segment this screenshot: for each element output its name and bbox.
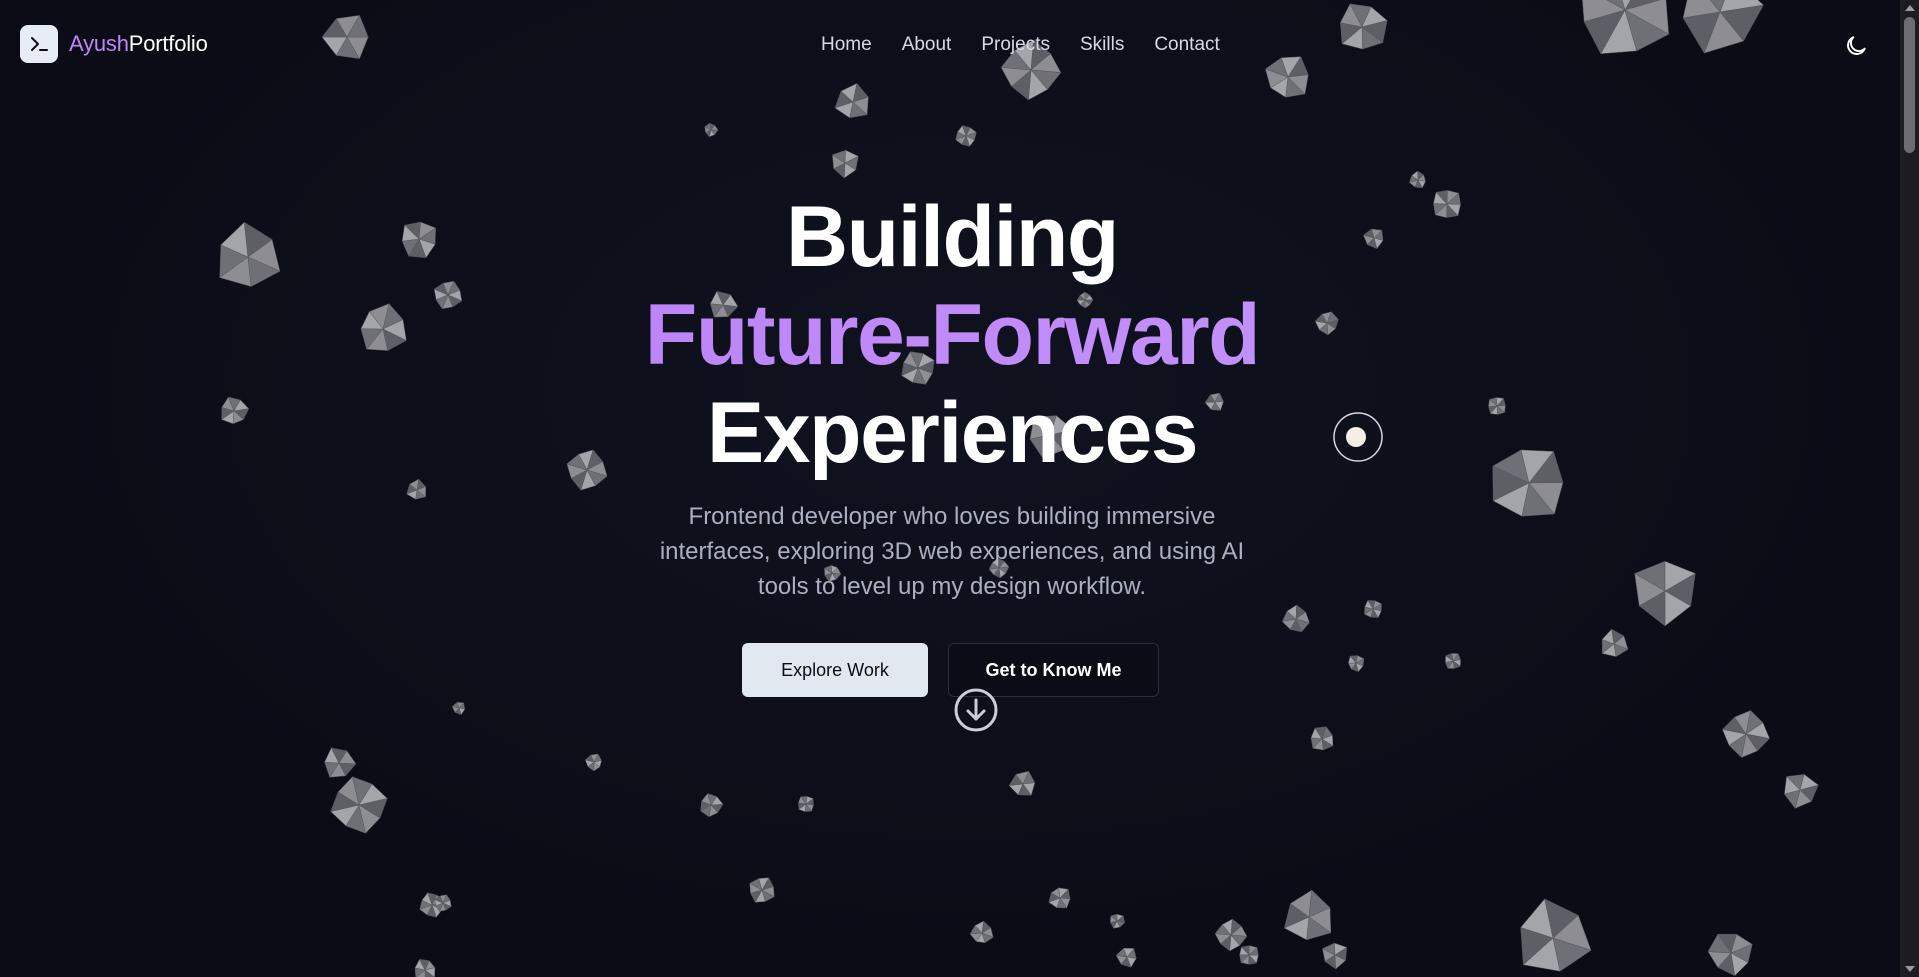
polyhedron-shape: [324, 747, 357, 778]
polyhedron-shape: [1214, 918, 1248, 952]
nav-item-projects[interactable]: Projects: [981, 34, 1050, 56]
polyhedron-shape: [955, 125, 977, 147]
polyhedron-shape: [1347, 655, 1365, 673]
polyhedron-shape: [700, 792, 724, 818]
polyhedron-shape: [1115, 947, 1137, 968]
logo-portfolio-part: Portfolio: [128, 31, 208, 56]
polyhedron-shape: [451, 701, 466, 716]
polyhedron-shape: [704, 122, 719, 138]
hero-title-line-3: Experiences: [706, 385, 1199, 481]
polyhedron-shape: [414, 958, 436, 977]
polyhedron-shape: [798, 796, 814, 812]
moon-icon: [1847, 36, 1866, 55]
nav-item-contact[interactable]: Contact: [1154, 34, 1219, 56]
polyhedron-shape: [584, 753, 602, 772]
scroll-down-button[interactable]: [953, 687, 999, 733]
scrollbar-thumb[interactable]: [1904, 17, 1915, 153]
logo-name-part: Ayush: [69, 31, 129, 56]
polyhedron-shape: [1109, 913, 1126, 929]
nav-item-home[interactable]: Home: [821, 34, 872, 56]
polyhedron-shape: [1601, 628, 1629, 657]
polyhedron-shape: [1707, 933, 1753, 977]
polyhedron-shape: [406, 478, 427, 500]
theme-toggle-button[interactable]: [1843, 33, 1869, 59]
hero-subtitle: Frontend developer who loves building im…: [659, 503, 1245, 600]
scroll-down-arrow-icon[interactable]: [1905, 966, 1915, 972]
polyhedron-shape: [1008, 770, 1036, 796]
polyhedron-shape: [1408, 170, 1426, 189]
polyhedron-shape: [1520, 898, 1592, 972]
nav-item-about[interactable]: About: [902, 34, 952, 56]
polyhedron-shape: [969, 920, 994, 944]
polyhedron-shape: [1321, 942, 1348, 970]
polyhedron-shape: [1048, 887, 1071, 909]
page-scrollbar[interactable]: [1900, 0, 1919, 977]
hero-title: Building Future-Forward Experiences: [0, 188, 1904, 482]
polyhedron-shape: [831, 149, 859, 179]
floating-polyhedra-background: [219, 0, 1819, 977]
polyhedron-shape: [1445, 653, 1461, 669]
hero-title-line-1: Building: [786, 189, 1119, 285]
polyhedron-shape: [1634, 560, 1696, 627]
arrow-down-circle-icon: [954, 688, 998, 732]
explore-work-button[interactable]: Explore Work: [742, 643, 928, 697]
polyhedron-shape: [1239, 945, 1259, 965]
site-header: AyushPortfolio Home About Projects Skill…: [0, 0, 1900, 92]
logo-link[interactable]: AyushPortfolio: [20, 25, 208, 63]
polyhedron-shape: [1783, 773, 1819, 809]
polyhedron-shape: [1363, 599, 1383, 619]
logo-text: AyushPortfolio: [69, 31, 208, 57]
main-nav: Home About Projects Skills Contact: [821, 34, 1220, 56]
polyhedron-shape: [1281, 604, 1310, 633]
terminal-icon: [20, 25, 58, 63]
polyhedron-shape: [1283, 889, 1332, 941]
page: AyushPortfolio Home About Projects Skill…: [0, 0, 1919, 977]
custom-cursor: [1333, 412, 1383, 462]
polyhedron-shape: [1310, 726, 1334, 751]
polyhedron-shape: [1721, 709, 1771, 759]
scroll-up-arrow-icon[interactable]: [1905, 5, 1915, 11]
nav-item-skills[interactable]: Skills: [1080, 34, 1124, 56]
hero-title-line-2: Future-Forward: [0, 286, 1904, 384]
polyhedron-shape: [749, 877, 775, 903]
polyhedron-shape: [330, 776, 388, 834]
